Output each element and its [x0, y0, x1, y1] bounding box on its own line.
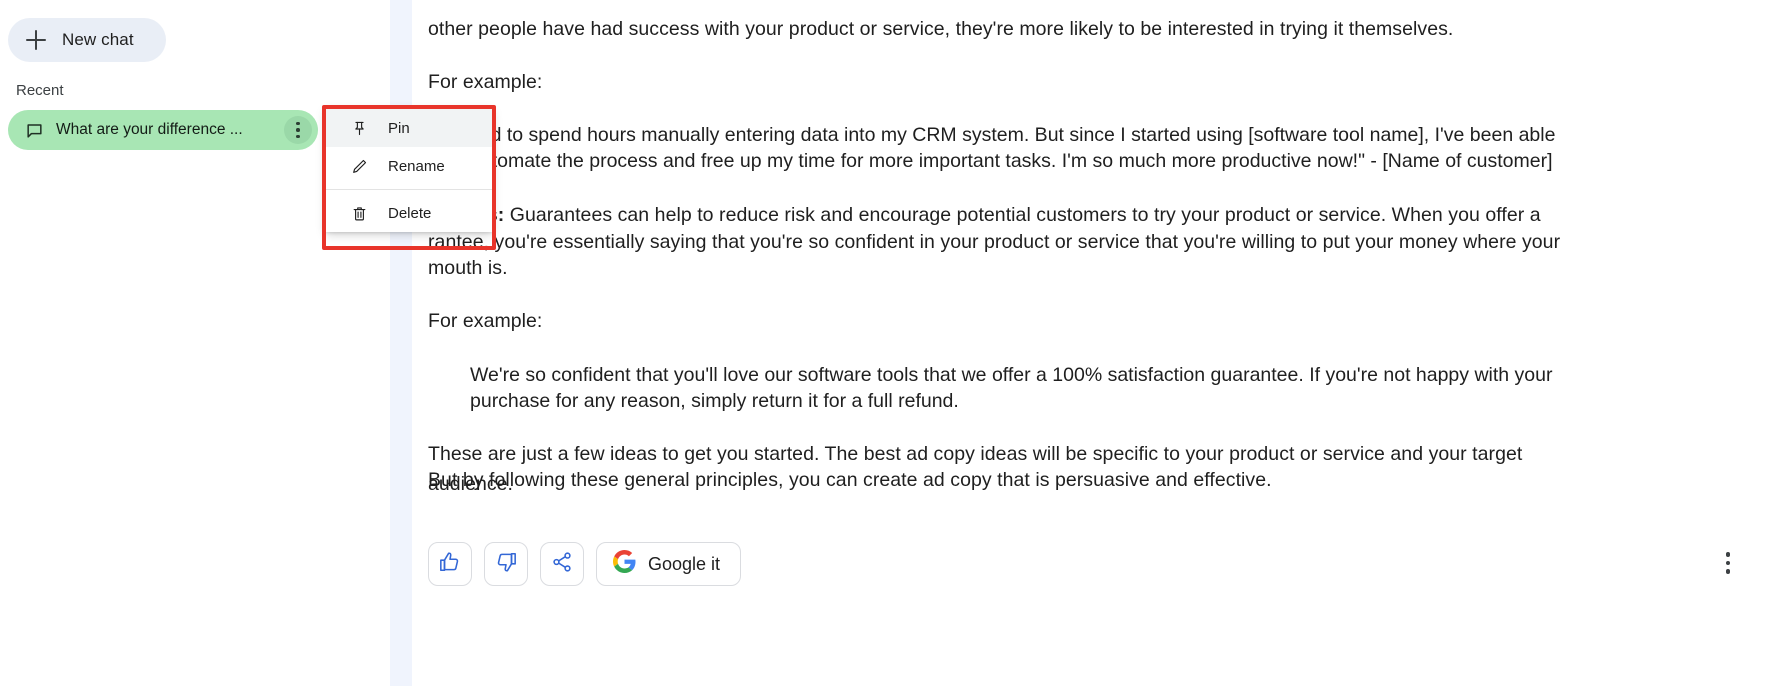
- response-paragraph-1: other people have had success with your …: [428, 18, 1454, 40]
- pencil-icon: [350, 157, 368, 175]
- guarantees-text-rest: Guarantees can help to reduce risk and e…: [504, 204, 1541, 226]
- thumb-up-button[interactable]: [428, 542, 472, 586]
- context-menu-item-rename[interactable]: Rename: [326, 147, 492, 185]
- dot: [296, 128, 300, 132]
- chat-context-menu: Pin Rename Delete: [326, 109, 492, 232]
- chat-bubble-icon: [24, 120, 44, 140]
- conversation-panel: other people have had success with your …: [412, 0, 1768, 686]
- share-button[interactable]: [540, 542, 584, 586]
- thumb-down-icon: [495, 551, 517, 578]
- for-example-label-2: For example:: [428, 310, 543, 332]
- share-icon: [551, 551, 573, 578]
- pin-icon: [350, 119, 368, 137]
- google-it-label: Google it: [648, 553, 721, 574]
- response-action-bar: Google it: [428, 542, 742, 586]
- sidebar-chat-title: What are your difference ...: [56, 121, 243, 138]
- chat-item-more-button[interactable]: [284, 116, 312, 144]
- plus-icon: [26, 30, 46, 50]
- thumb-down-button[interactable]: [484, 542, 528, 586]
- google-it-button[interactable]: Google it: [596, 542, 742, 586]
- dot: [296, 121, 300, 126]
- recent-section-heading: Recent: [16, 82, 64, 99]
- thumb-up-icon: [439, 551, 461, 578]
- dot: [1725, 560, 1731, 566]
- trash-icon: [350, 204, 368, 222]
- guarantees-line-2: rantee, you're essentially saying that y…: [428, 231, 1561, 253]
- quote-1-line-2: automate the process and free up my time…: [470, 150, 1553, 172]
- context-menu-label-rename: Rename: [388, 157, 445, 175]
- guarantees-line-3: mouth is.: [428, 257, 508, 279]
- closing-line-2: But by following these general principle…: [428, 469, 1272, 491]
- new-chat-label: New chat: [62, 30, 134, 49]
- quote-2-line-2: purchase for any reason, simply return i…: [470, 390, 959, 412]
- gemini-chat-window: New chat Recent What are your difference…: [0, 0, 1768, 686]
- dot: [1725, 552, 1731, 557]
- for-example-label-1: For example:: [428, 71, 543, 93]
- context-menu-divider: [326, 189, 492, 190]
- new-chat-button[interactable]: New chat: [8, 18, 166, 62]
- sidebar-chat-item[interactable]: What are your difference ...: [8, 110, 318, 150]
- conversation-left-strip: [390, 0, 412, 686]
- context-menu-label-delete: Delete: [388, 204, 432, 222]
- dot: [1725, 569, 1731, 574]
- context-menu-item-pin[interactable]: Pin: [326, 109, 492, 147]
- sidebar: New chat Recent What are your difference…: [0, 0, 390, 686]
- google-g-icon: [613, 550, 636, 578]
- context-menu-label-pin: Pin: [388, 119, 410, 137]
- response-more-options-button[interactable]: [1710, 545, 1746, 581]
- context-menu-item-delete[interactable]: Delete: [326, 194, 492, 232]
- dot: [296, 134, 300, 139]
